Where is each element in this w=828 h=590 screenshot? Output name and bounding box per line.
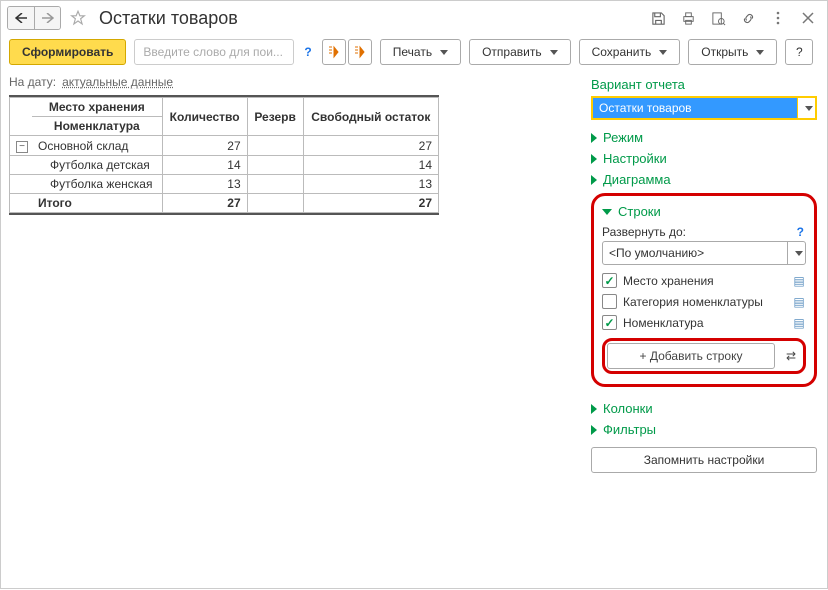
row-field-label[interactable]: Категория номенклатуры bbox=[623, 295, 763, 309]
table-total-row: Итого 27 27 bbox=[10, 194, 439, 213]
checkbox[interactable] bbox=[602, 273, 617, 288]
save-button[interactable]: Сохранить bbox=[579, 39, 681, 65]
table-row: Футболка детская 14 14 bbox=[10, 156, 439, 175]
shuffle-icon[interactable]: ⇄ bbox=[781, 349, 801, 363]
print-label: Печать bbox=[393, 45, 432, 59]
open-label: Открыть bbox=[701, 45, 748, 59]
row-field-label[interactable]: Номенклатура bbox=[623, 316, 704, 330]
back-button[interactable] bbox=[8, 7, 34, 29]
checkbox[interactable] bbox=[602, 315, 617, 330]
row-field-item: Место хранения ▤ bbox=[602, 273, 806, 288]
expand-label: Развернуть до: bbox=[602, 225, 686, 239]
select-icon[interactable]: ▤ bbox=[792, 316, 806, 330]
variant-value: Остатки товаров bbox=[599, 101, 692, 115]
chevron-down-icon bbox=[602, 209, 612, 215]
section-chart-label: Диаграмма bbox=[603, 172, 671, 187]
rows-help[interactable]: ? bbox=[795, 225, 806, 239]
section-columns-label: Колонки bbox=[603, 401, 653, 416]
tree-toggle-icon[interactable]: − bbox=[16, 141, 28, 153]
expand-dropdown-icon[interactable] bbox=[787, 242, 805, 264]
forward-button[interactable] bbox=[34, 7, 60, 29]
date-value[interactable]: актуальные данные bbox=[62, 75, 173, 89]
section-settings-label: Настройки bbox=[603, 151, 667, 166]
add-row-button[interactable]: + Добавить строку bbox=[607, 343, 775, 369]
section-settings[interactable]: Настройки bbox=[591, 151, 817, 166]
col-storage: Место хранения bbox=[32, 98, 162, 117]
report-table: Место хранения Количество Резерв Свободн… bbox=[9, 97, 439, 213]
chevron-right-icon bbox=[591, 404, 597, 414]
table-row: Футболка женская 13 13 bbox=[10, 175, 439, 194]
checkbox[interactable] bbox=[602, 294, 617, 309]
print-button[interactable]: Печать bbox=[380, 39, 461, 65]
expand-value: <По умолчанию> bbox=[603, 242, 787, 264]
variant-dropdown-icon[interactable] bbox=[797, 98, 815, 118]
search-input[interactable] bbox=[141, 44, 287, 60]
add-row-frame: + Добавить строку ⇄ bbox=[602, 338, 806, 374]
chevron-right-icon bbox=[591, 133, 597, 143]
date-label: На дату: bbox=[9, 75, 56, 89]
row-field-item: Категория номенклатуры ▤ bbox=[602, 294, 806, 309]
section-columns[interactable]: Колонки bbox=[591, 401, 817, 416]
select-icon[interactable]: ▤ bbox=[792, 295, 806, 309]
open-button[interactable]: Открыть bbox=[688, 39, 777, 65]
save-settings-button[interactable]: Запомнить настройки bbox=[591, 447, 817, 473]
generate-button[interactable]: Сформировать bbox=[9, 39, 126, 65]
chevron-right-icon bbox=[591, 175, 597, 185]
col-reserve: Резерв bbox=[247, 98, 303, 136]
send-label: Отправить bbox=[482, 45, 542, 59]
expand-groups-button[interactable] bbox=[348, 39, 372, 65]
section-rows[interactable]: Строки bbox=[602, 204, 806, 219]
save-label: Сохранить bbox=[592, 45, 652, 59]
page-title: Остатки товаров bbox=[99, 8, 238, 29]
more-icon[interactable] bbox=[767, 7, 789, 29]
row-field-item: Номенклатура ▤ bbox=[602, 315, 806, 330]
nav-buttons bbox=[7, 6, 61, 30]
col-qty: Количество bbox=[162, 98, 247, 136]
close-icon[interactable] bbox=[797, 7, 819, 29]
section-filters-label: Фильтры bbox=[603, 422, 656, 437]
section-mode-label: Режим bbox=[603, 130, 643, 145]
help-button[interactable]: ? bbox=[785, 39, 813, 65]
save-icon[interactable] bbox=[647, 7, 669, 29]
section-filters[interactable]: Фильтры bbox=[591, 422, 817, 437]
col-nomenclature: Номенклатура bbox=[32, 117, 162, 136]
print-icon[interactable] bbox=[677, 7, 699, 29]
chevron-right-icon bbox=[591, 425, 597, 435]
select-icon[interactable]: ▤ bbox=[792, 274, 806, 288]
chevron-right-icon bbox=[591, 154, 597, 164]
link-icon[interactable] bbox=[737, 7, 759, 29]
variant-label: Вариант отчета bbox=[591, 77, 817, 92]
table-row: − Основной склад 27 27 bbox=[10, 136, 439, 156]
expand-combo[interactable]: <По умолчанию> bbox=[602, 241, 806, 265]
variant-select[interactable]: Остатки товаров bbox=[591, 96, 817, 120]
rows-section-frame: Строки Развернуть до: ? <По умолчанию> М… bbox=[591, 193, 817, 387]
favorite-icon[interactable] bbox=[67, 7, 89, 29]
section-mode[interactable]: Режим bbox=[591, 130, 817, 145]
search-input-wrapper bbox=[134, 39, 294, 65]
col-free: Свободный остаток bbox=[303, 98, 438, 136]
section-rows-label: Строки bbox=[618, 204, 661, 219]
collapse-groups-button[interactable] bbox=[322, 39, 346, 65]
send-button[interactable]: Отправить bbox=[469, 39, 571, 65]
search-help[interactable]: ? bbox=[302, 45, 313, 59]
preview-icon[interactable] bbox=[707, 7, 729, 29]
section-chart[interactable]: Диаграмма bbox=[591, 172, 817, 187]
row-field-label[interactable]: Место хранения bbox=[623, 274, 714, 288]
